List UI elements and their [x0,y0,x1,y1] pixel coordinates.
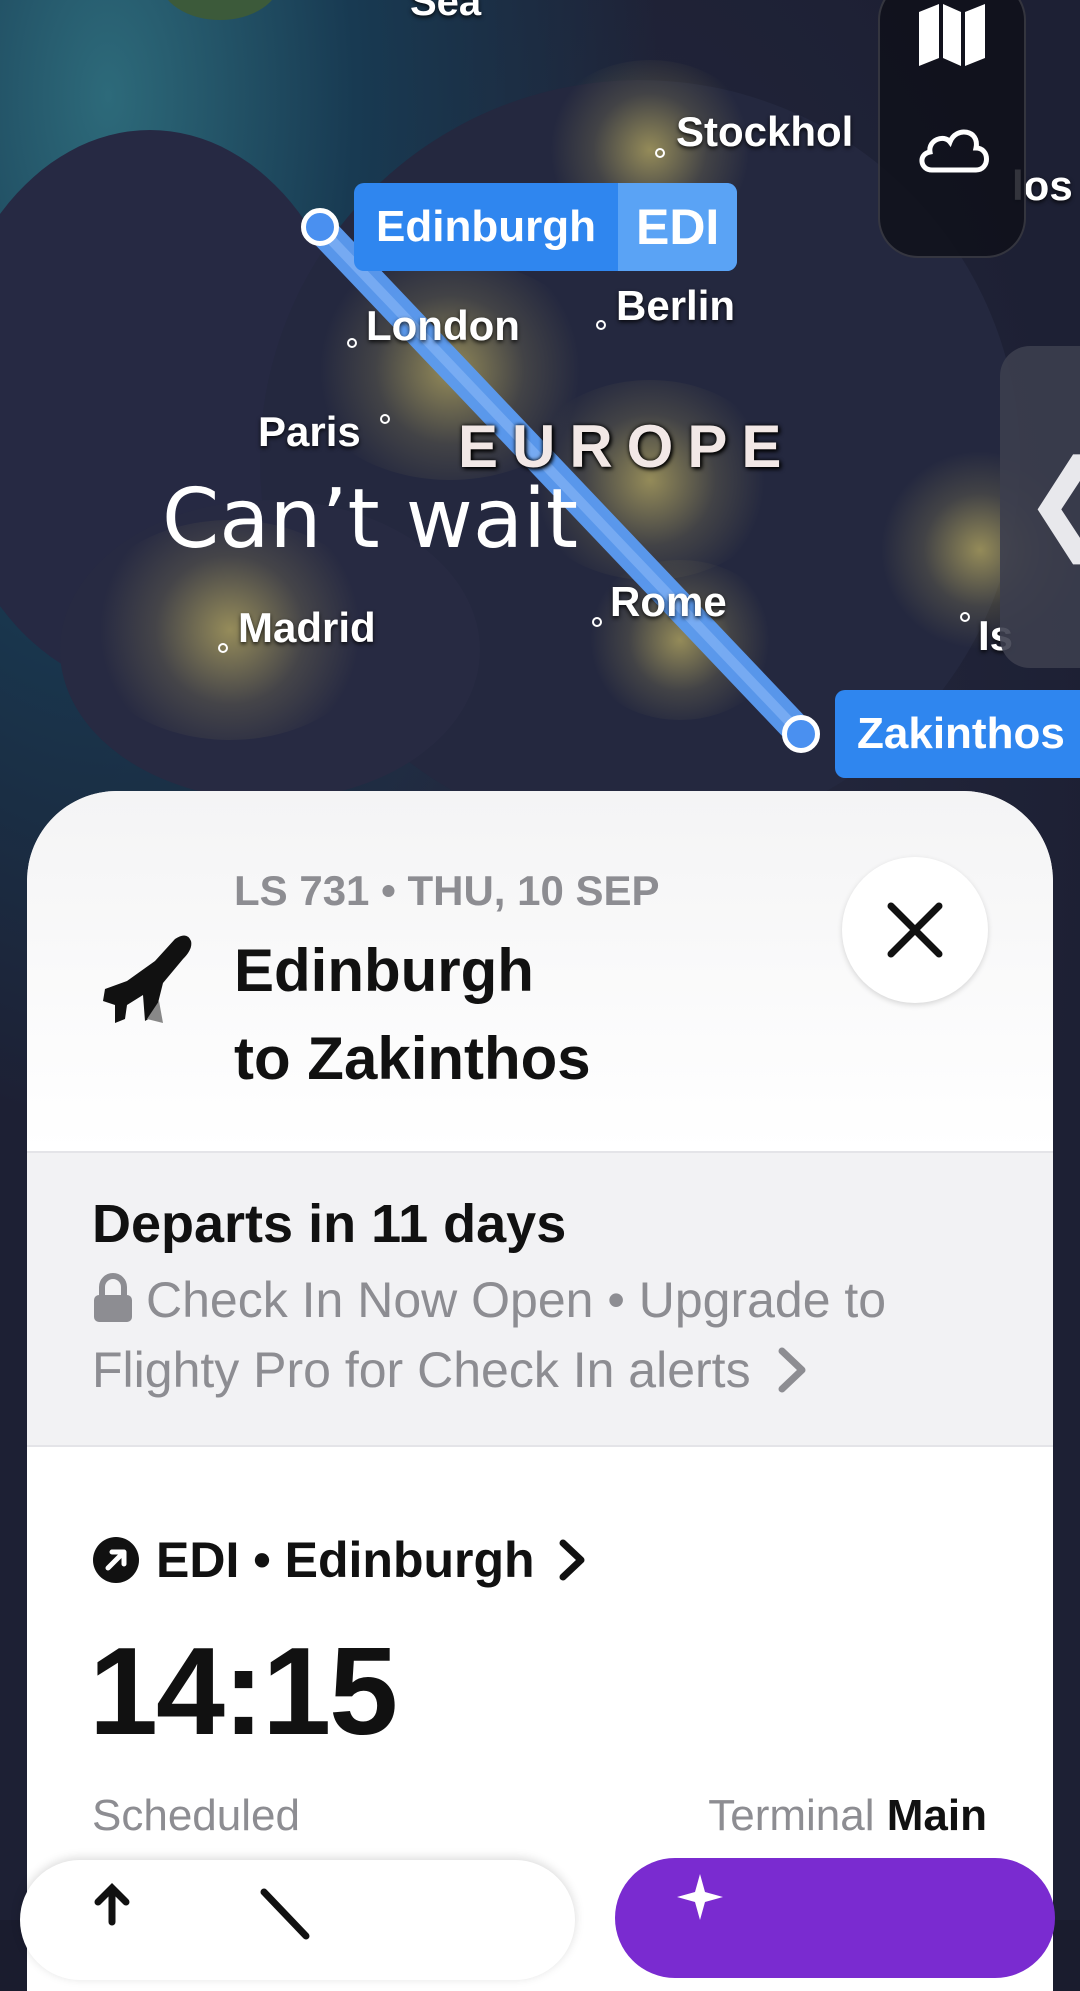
terminal-label: Terminal [708,1791,875,1840]
stockholm-dot [655,148,665,158]
terminal-value: Main [886,1791,987,1840]
departure-airport-link[interactable]: EDI • Edinburgh [92,1531,587,1589]
city-berlin: Berlin [616,282,736,329]
lock-icon [94,1273,132,1322]
terminal-info: Terminal Main [708,1791,987,1841]
cloud-icon[interactable] [914,118,992,178]
sparkle-icon [677,1874,723,1920]
region-europe: EUROPE [458,413,796,480]
departure-airport: EDI • Edinburgh [156,1532,535,1588]
checkin-notice-text: Check In Now Open • Upgrade to Flighty P… [92,1272,887,1398]
share-icon[interactable] [72,1882,152,1942]
get-pro-button[interactable] [615,1858,1055,1978]
flight-number-date: LS 731 • THU, 10 SEP [234,867,660,914]
notifications-off-icon[interactable] [250,1884,320,1944]
flight-detail-sheet: LS 731 • THU, 10 SEP Edinburgh to Zakint… [27,791,1053,1991]
city-stockholm: Stockhol [676,108,854,155]
chevron-left-icon: ❮ [1022,446,1080,556]
paris-dot [380,414,390,424]
berlin-dot [596,320,606,330]
city-london: London [366,302,520,349]
destination-marker[interactable] [782,715,820,753]
destination-tag[interactable]: Zakinthos [835,690,1080,778]
close-button[interactable] [842,857,988,1003]
route-title-origin: Edinburgh [234,937,534,1004]
checkin-notice[interactable]: Check In Now Open • Upgrade to Flighty P… [92,1265,972,1405]
city-madrid: Madrid [238,604,376,651]
plane-departure-icon [103,935,192,1023]
city-paris: Paris [258,408,361,455]
map-icon[interactable] [917,0,987,70]
bottom-actions-bar[interactable] [20,1860,575,1980]
side-drawer-handle[interactable]: ❮ [1000,346,1080,668]
departure-arrow-icon [93,1537,139,1583]
london-dot [347,338,357,348]
trip-note: Can’t wait [162,472,579,567]
chevron-right-icon [778,1347,806,1393]
origin-tag-name: Edinburgh [376,202,596,251]
route-title: Edinburgh to Zakinthos [234,927,591,1103]
route-title-destination: to Zakinthos [234,1025,591,1092]
map-controls [878,0,1026,258]
city-rome: Rome [610,578,727,625]
chevron-right-icon [559,1539,585,1581]
rome-dot [592,617,602,627]
departs-in: Departs in 11 days [92,1194,567,1254]
origin-tag-code: EDI [617,183,738,271]
departure-status: Scheduled [92,1791,300,1840]
close-icon [887,902,943,958]
istanbul-dot [960,612,970,622]
departure-time: 14:15 [89,1623,398,1761]
origin-marker[interactable] [301,208,339,246]
madrid-dot [218,643,228,653]
destination-tag-name: Zakinthos [857,709,1065,758]
origin-tag[interactable]: Edinburgh EDI [354,183,738,271]
departure-countdown[interactable]: Departs in 11 days Check In Now Open • U… [27,1151,1053,1447]
